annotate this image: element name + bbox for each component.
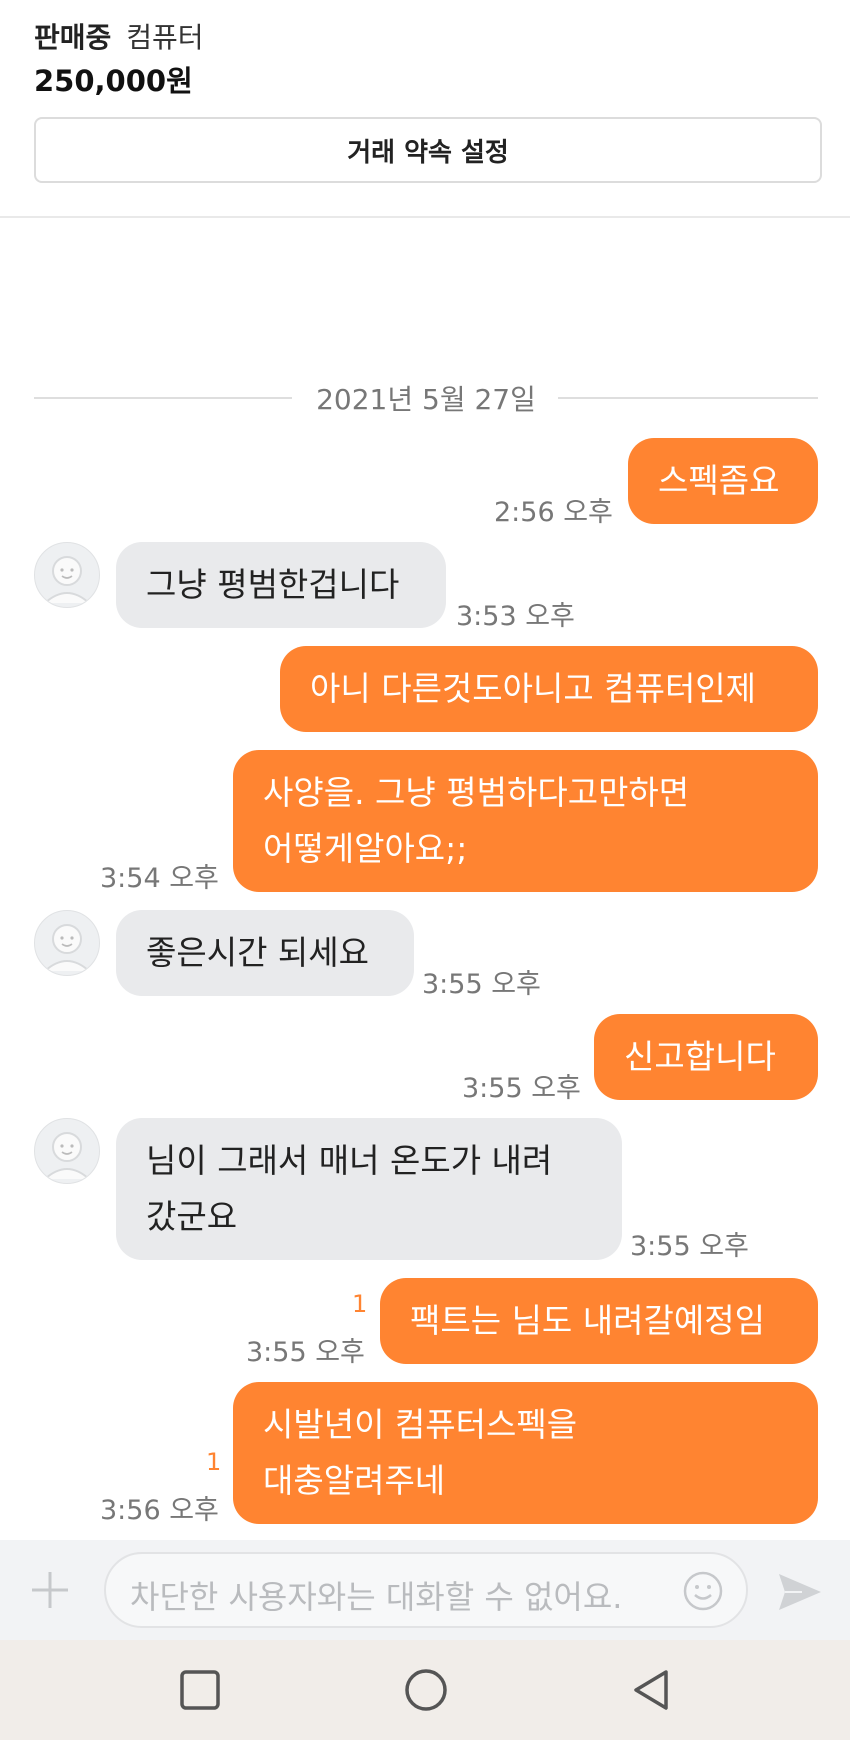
triangle-back-icon[interactable]	[628, 1666, 676, 1714]
appointment-button[interactable]: 거래 약속 설정	[34, 117, 822, 183]
message-time: 3:55 오후	[246, 1337, 365, 1368]
sale-status: 판매중	[34, 21, 112, 54]
emoji-icon[interactable]	[682, 1570, 724, 1612]
date-divider: 2021년 5월 27일	[34, 378, 818, 418]
chat-area[interactable]: 2021년 5월 27일 스펙좀요 2:56 오후 그냥 평범한겁니다 3:53…	[0, 218, 850, 1540]
unread-count: 1	[206, 1448, 222, 1476]
my-message[interactable]: 시발년이 컴퓨터스펙을 대충알려주네	[233, 1382, 818, 1524]
avatar[interactable]	[34, 542, 100, 608]
message-text: 팩트는 님도 내려갈예정임	[410, 1301, 765, 1340]
message-time: 3:55 오후	[462, 1073, 581, 1104]
message-time: 2:56 오후	[494, 497, 613, 528]
message-text-line: 어떻게알아요;;	[263, 829, 468, 868]
date-label: 2021년 5월 27일	[316, 383, 536, 416]
circle-icon[interactable]	[402, 1666, 450, 1714]
message-time: 3:54 오후	[100, 863, 219, 894]
message-text-line: 님이 그래서 매너 온도가 내려	[146, 1141, 553, 1180]
unread-count: 1	[352, 1290, 368, 1318]
message-text: 스펙좀요	[658, 461, 780, 500]
message-text: 아니 다른것도아니고 컴퓨터인제	[310, 669, 757, 708]
input-placeholder: 차단한 사용자와는 대화할 수 없어요.	[130, 1578, 623, 1616]
message-time: 3:55 오후	[630, 1231, 749, 1262]
other-message[interactable]: 좋은시간 되세요	[116, 910, 414, 996]
message-text-line: 대충알려주네	[263, 1461, 446, 1500]
message-input[interactable]: 차단한 사용자와는 대화할 수 없어요.	[104, 1552, 748, 1628]
system-navigation-bar	[0, 1640, 850, 1740]
other-message[interactable]: 님이 그래서 매너 온도가 내려 갔군요	[116, 1118, 622, 1260]
my-message[interactable]: 스펙좀요	[628, 438, 818, 524]
message-text-line: 사양을. 그냥 평범하다고만하면	[263, 773, 690, 812]
message-text: 그냥 평범한겁니다	[146, 565, 400, 604]
product-price: 250,000원	[34, 64, 193, 98]
square-icon[interactable]	[176, 1666, 224, 1714]
other-message[interactable]: 그냥 평범한겁니다	[116, 542, 446, 628]
avatar[interactable]	[34, 1118, 100, 1184]
my-message[interactable]: 사양을. 그냥 평범하다고만하면 어떻게알아요;;	[233, 750, 818, 892]
my-message[interactable]: 팩트는 님도 내려갈예정임	[380, 1278, 818, 1364]
message-text-line: 시발년이 컴퓨터스펙을	[263, 1405, 578, 1444]
my-message[interactable]: 아니 다른것도아니고 컴퓨터인제	[280, 646, 818, 732]
my-message[interactable]: 신고합니다	[594, 1014, 818, 1100]
product-title[interactable]: 컴퓨터	[126, 21, 203, 54]
message-text: 좋은시간 되세요	[146, 933, 370, 972]
product-status-line: 판매중 컴퓨터	[34, 16, 203, 56]
send-icon[interactable]	[776, 1570, 824, 1614]
message-text-line: 갔군요	[146, 1197, 238, 1236]
message-time: 3:55 오후	[422, 969, 541, 1000]
message-text: 신고합니다	[624, 1037, 776, 1076]
message-input-bar: 차단한 사용자와는 대화할 수 없어요.	[0, 1540, 850, 1640]
plus-icon[interactable]	[28, 1568, 72, 1612]
message-time: 3:53 오후	[456, 601, 575, 632]
avatar[interactable]	[34, 910, 100, 976]
product-header: 판매중 컴퓨터 250,000원 거래 약속 설정	[0, 0, 850, 218]
message-time: 3:56 오후	[100, 1495, 219, 1526]
